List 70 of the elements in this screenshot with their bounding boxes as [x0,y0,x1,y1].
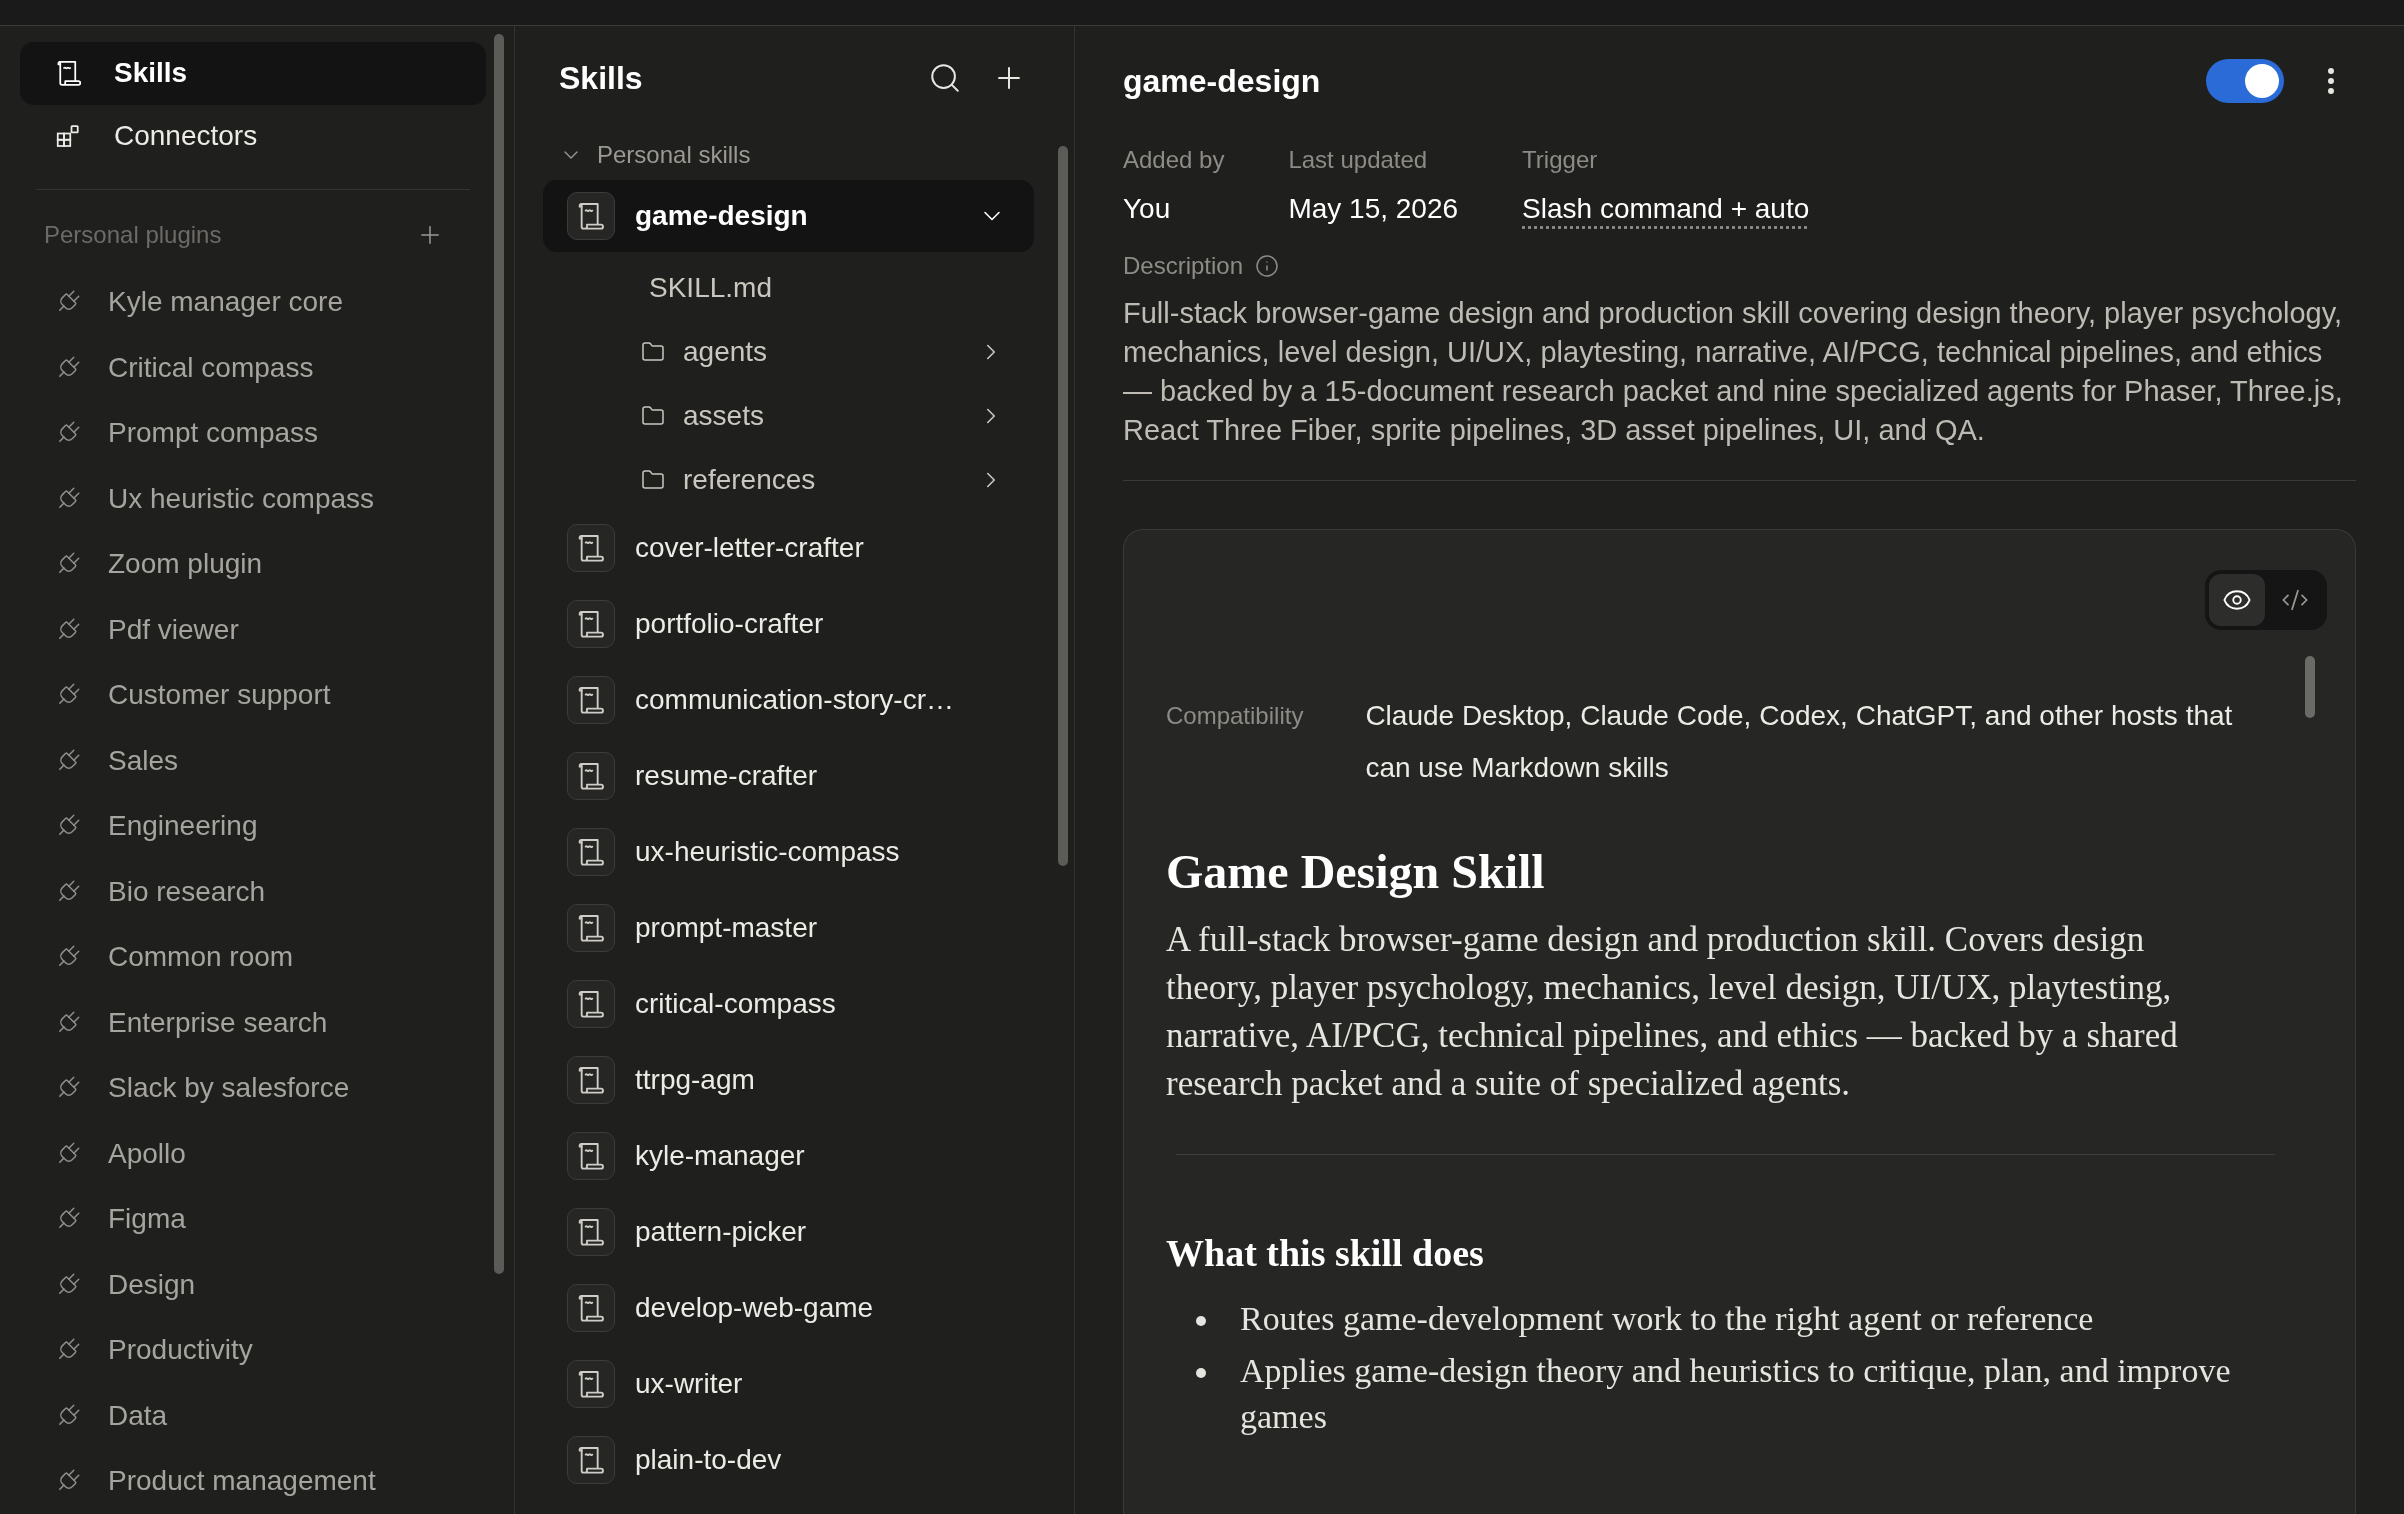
meta-label: Trigger [1522,145,1599,175]
skill-title: game-design [1123,62,1321,101]
plugin-item[interactable]: Engineering [20,793,486,859]
folder-item[interactable]: agents [543,320,1034,384]
scrollbar[interactable] [1058,146,1068,866]
meta-value: Slash command + auto [1522,192,1810,226]
section-title: Personal plugins [44,219,222,250]
plugin-item[interactable]: Bio research [20,859,486,925]
meta-label: Last updated [1288,145,1429,175]
folder-icon [641,404,665,428]
skill-item[interactable]: critical-compass [543,968,1034,1040]
panel-title: Skills [559,59,643,98]
document-heading: Game Design Skill [1166,844,1546,900]
skill-item[interactable]: kyle-manager [543,1120,1034,1192]
nav-item[interactable]: Skills [20,42,486,105]
scrollbar[interactable] [494,34,504,1274]
plugin-item[interactable]: Apollo [20,1121,486,1187]
folder-item[interactable]: assets [543,384,1034,448]
plugin-item[interactable]: Ux heuristic compass [20,466,486,532]
bullet-text: Routes game-development work to the right agent or reference [1240,1299,2094,1339]
skill-item[interactable]: ttrpg-agm [543,1044,1034,1116]
folder-item[interactable]: references [543,448,1034,512]
skill-item[interactable]: develop-web-game [543,1272,1034,1344]
skill-item[interactable]: portfolio-crafter [543,588,1034,660]
folder-icon [641,468,665,492]
scrollbar[interactable] [2305,656,2315,718]
plugin-item[interactable]: Productivity [20,1317,486,1383]
plugin-item[interactable]: Slack by salesforce [20,1055,486,1121]
plugin-item[interactable]: Enterprise search [20,990,486,1056]
description-text: Full-stack browser-game design and production skill covering design theory, player psychology, mechanics, level design, UI/UX, playtesting, narrative, AI/PCG, technical pipelines, and ethics — backed by a 15-document research packet and nine specialized agents for Phaser, Three.js, React Three Fiber, sprite pipelines, 3D asset pipelines, UI, and QA. [1123,296,2344,448]
folder-icon [641,340,665,364]
plugin-item[interactable]: Zoom plugin [20,531,486,597]
plugin-item[interactable]: Figma [20,1186,486,1252]
plugin-item[interactable]: Pdf viewer [20,597,486,663]
group-header[interactable]: Personal skills [543,130,1034,180]
plugin-item[interactable]: Sales [20,728,486,794]
plugin-item[interactable]: Common room [20,924,486,990]
document-paragraph: A full-stack browser-game design and production skill. Covers design theory, player psychology, mechanics, level design, UI/UX, playtesting, narrative, AI/PCG, technical pipelines, and ethics — backed by a shared research packet and a suite of specialized agents. [1166,919,2179,1105]
skill-item[interactable]: prompt-master [543,892,1034,964]
nav-item[interactable]: Connectors [20,104,486,168]
bullet-icon [1196,1316,1206,1326]
compatibility-text: Claude Desktop, Claude Code, Codex, ChatGPT, and other hosts that can use Markdown skills [1365,699,2234,785]
skill-item[interactable]: plain-to-dev [543,1424,1034,1496]
skill-item[interactable]: game-design [543,180,1034,252]
meta-value: You [1123,192,1172,226]
description-label: Description [1123,251,1244,281]
info-icon[interactable] [1255,254,1280,278]
skill-item[interactable]: ux-writer [543,1348,1034,1420]
preview-tab[interactable] [2209,574,2265,626]
file-item[interactable]: SKILL.md [543,256,1034,320]
section-heading: What this skill does [1166,1231,1485,1276]
plugin-item[interactable]: Data [20,1383,486,1449]
bullet-text: Applies game-design theory and heuristics to critique, plan, and improve games [1240,1351,2232,1437]
skill-item[interactable]: resume-crafter [543,740,1034,812]
plugin-item[interactable]: Design [20,1252,486,1318]
meta-value: May 15, 2026 [1288,192,1459,226]
plugin-item[interactable]: Product management [20,1448,486,1514]
plugin-item[interactable]: Kyle manager core [20,269,486,335]
search-icon[interactable] [928,61,962,95]
plugin-item[interactable]: Prompt compass [20,400,486,466]
skill-item[interactable]: cover-letter-crafter [543,512,1034,584]
skill-item[interactable]: ux-heuristic-compass [543,816,1034,888]
compatibility-label: Compatibility [1166,701,1304,731]
skill-item[interactable]: pattern-picker [543,1196,1034,1268]
plugin-item[interactable]: Critical compass [20,335,486,401]
meta-label: Added by [1123,145,1225,175]
toggle-switch[interactable] [2206,59,2284,103]
plugin-item[interactable]: Customer support [20,662,486,728]
skill-item[interactable]: communication-story-cr… [543,664,1034,736]
bullet-icon [1196,1368,1206,1378]
